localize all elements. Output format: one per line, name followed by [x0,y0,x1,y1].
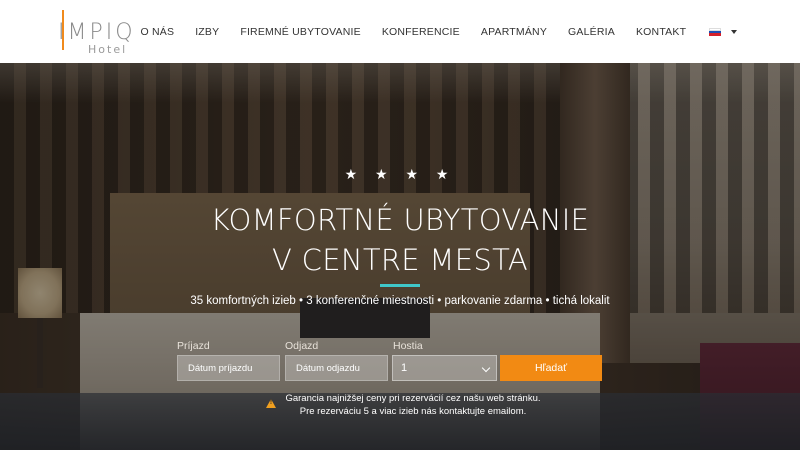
logo-subtext: Hotel [88,43,128,56]
notice-line2: Pre rezerváciu 5 a viac izieb nás kontak… [299,406,527,417]
notice-line1: Garancia najnižšej ceny pri rezervácií c… [285,393,541,404]
nav-item-konferencie[interactable]: KONFERENCIE [382,26,460,38]
main-nav: O NÁS IZBY FIREMNÉ UBYTOVANIE KONFERENCI… [130,0,737,63]
arrival-date-input[interactable]: Dátum príjazdu [177,355,280,381]
chevron-down-icon [481,363,491,373]
hotel-star-rating: ★ ★ ★ ★ [344,166,456,182]
departure-date-input[interactable]: Dátum odjazdu [285,355,388,381]
search-button[interactable]: Hľadať [500,355,602,381]
nav-item-kontakt[interactable]: KONTAKT [636,26,686,38]
hero-headline-line1: KOMFORTNÉ UBYTOVANIE [210,203,590,237]
hotel-logo[interactable]: IMPIQ Hotel [58,10,133,56]
headline-divider [380,284,420,287]
site-header: IMPIQ Hotel O NÁS IZBY FIREMNÉ UBYTOVANI… [0,0,800,63]
chevron-down-icon [730,29,737,34]
language-selector[interactable] [708,27,737,36]
hero-features: 35 komfortných izieb • 3 konferenčné mie… [190,295,610,307]
arrival-label: Príjazd [177,340,210,352]
nav-item-izby[interactable]: IZBY [195,26,219,38]
nav-item-apartmany[interactable]: APARTMÁNY [481,26,547,38]
guests-label: Hostia [393,340,423,352]
departure-label: Odjazd [285,340,319,352]
hero-section: ★ ★ ★ ★ KOMFORTNÉ UBYTOVANIE V CENTRE ME… [0,63,800,450]
guests-select[interactable]: 1 [392,355,497,381]
guests-value: 1 [401,362,408,374]
nav-item-firemne-ubytovanie[interactable]: FIREMNÉ UBYTOVANIE [240,26,360,38]
hero-headline: KOMFORTNÉ UBYTOVANIE V CENTRE MESTA [0,200,800,280]
booking-notice: Garancia najnižšej ceny pri rezervácií c… [278,392,548,418]
logo-text: IMPIQ [58,20,136,45]
nav-item-o-nas[interactable]: O NÁS [141,26,175,38]
nav-item-galeria[interactable]: GALÉRIA [568,26,615,38]
slovak-flag-icon [708,27,721,36]
hero-headline-line2: V CENTRE MESTA [272,243,528,277]
